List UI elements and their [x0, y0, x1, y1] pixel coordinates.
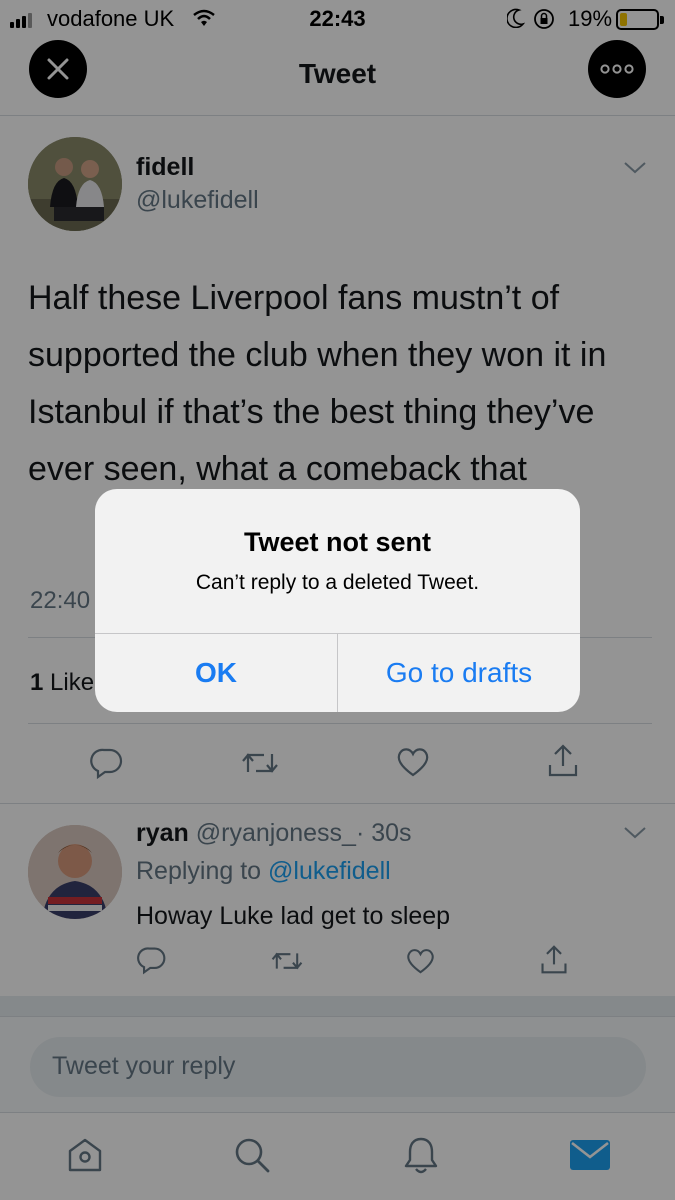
ok-button[interactable]: OK	[95, 634, 337, 712]
alert-message: Can’t reply to a deleted Tweet.	[195, 571, 480, 594]
tweet-detail-screen: vodafone UK 22:43 19% Tweet fidell @luke…	[0, 0, 675, 1200]
alert-dialog: Tweet not sent Can’t reply to a deleted …	[95, 489, 580, 712]
alert-title: Tweet not sent	[243, 527, 431, 557]
go-to-drafts-button[interactable]: Go to drafts	[338, 634, 580, 712]
